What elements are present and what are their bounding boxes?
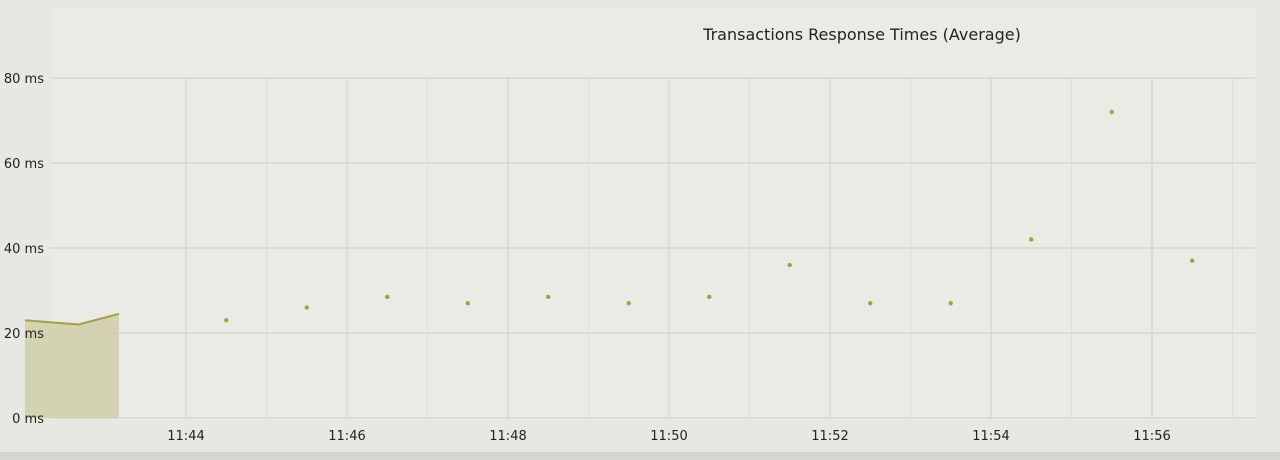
data-point xyxy=(1109,109,1114,115)
chart-svg: 0 ms 20 ms 40 ms 60 ms 80 ms 11:44 11:46 11:48… xyxy=(0,0,1280,460)
data-point xyxy=(1190,258,1195,263)
data-point xyxy=(707,294,712,300)
x-tick-label: 11:48 xyxy=(489,429,526,444)
data-point xyxy=(224,318,229,323)
plot-background xyxy=(50,8,1255,420)
x-tick-label: 11:54 xyxy=(972,429,1009,444)
y-tick-label: 80 ms xyxy=(4,72,44,87)
chart-title: Transactions Response Times (Average) xyxy=(702,25,1021,44)
data-point xyxy=(546,294,551,300)
bottom-border xyxy=(0,452,1280,460)
x-tick-label: 11:50 xyxy=(650,429,687,444)
y-tick-label: 0 ms xyxy=(12,412,44,427)
data-point xyxy=(465,301,470,306)
x-tick-label: 11:56 xyxy=(1133,429,1170,444)
y-tick-label: 20 ms xyxy=(4,327,44,342)
data-point xyxy=(1029,237,1034,242)
data-point xyxy=(385,294,390,300)
data-point xyxy=(626,301,631,306)
data-point xyxy=(948,301,953,306)
data-point xyxy=(787,262,792,268)
chart: 0 ms 20 ms 40 ms 60 ms 80 ms 11:44 11:46 11:48… xyxy=(0,0,1280,460)
x-tick-label: 11:46 xyxy=(328,429,365,444)
x-tick-label: 11:52 xyxy=(811,429,848,444)
y-tick-label: 40 ms xyxy=(4,242,44,257)
data-point xyxy=(304,305,309,310)
data-point xyxy=(868,301,873,306)
y-tick-label: 60 ms xyxy=(4,157,44,172)
x-tick-label: 11:44 xyxy=(167,429,204,444)
